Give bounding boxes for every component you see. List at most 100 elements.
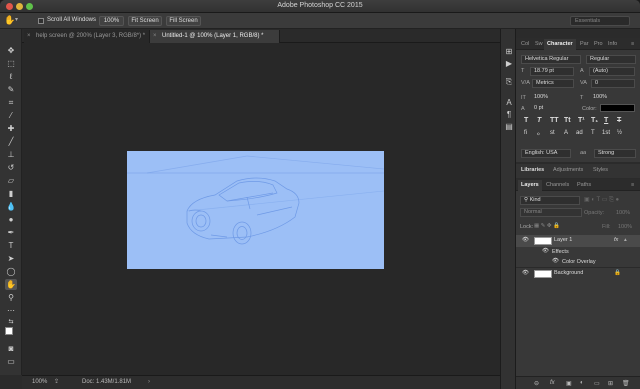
actions-panel-icon[interactable]: ▶ (504, 59, 514, 69)
eyedropper-tool-icon[interactable]: ⁄ (5, 110, 17, 121)
strikethrough-button[interactable]: T (617, 117, 621, 124)
subscript-button[interactable]: T₁ (591, 117, 598, 124)
collapse-effects-icon[interactable]: ▴ (624, 235, 627, 246)
zoom-tool-icon[interactable]: ⚲ (5, 292, 17, 303)
tab-layers[interactable]: Layers (518, 180, 542, 191)
quick-mask-icon[interactable]: ◙ (5, 343, 17, 354)
paragraph-panel-icon[interactable]: ¶ (504, 110, 514, 120)
language-select[interactable]: English: USA (521, 149, 571, 158)
tab-paragraph[interactable]: Par (577, 39, 592, 50)
fill-screen-button[interactable]: Fill Screen (166, 16, 201, 26)
healing-brush-tool-icon[interactable]: ✚ (5, 123, 17, 134)
antialias-select[interactable]: Strong (594, 149, 636, 158)
type-tool-icon[interactable]: T (5, 240, 17, 251)
ordinals-button[interactable]: 1st (602, 130, 610, 136)
layer-filter-kind[interactable]: ⚲ Kind (520, 196, 580, 205)
hand-tool-preset-icon[interactable]: ✋ (4, 15, 15, 26)
move-tool-icon[interactable]: ✥ (5, 45, 17, 56)
fit-screen-button[interactable]: Fit Screen (128, 16, 162, 26)
fx-icon[interactable]: fx (614, 235, 618, 246)
hand-tool-icon[interactable]: ✋ (5, 279, 17, 290)
pen-tool-icon[interactable]: ✒ (5, 227, 17, 238)
layer-effect-color-overlay[interactable]: 👁 Color Overlay (516, 257, 640, 267)
scroll-all-windows-checkbox[interactable] (38, 18, 44, 24)
status-menu-arrow-icon[interactable]: › (148, 376, 150, 388)
character-panel-icon[interactable]: A (504, 98, 514, 108)
faux-italic-button[interactable]: T (537, 117, 541, 124)
quick-selection-tool-icon[interactable]: ✎ (5, 84, 17, 95)
share-icon[interactable]: ⇪ (54, 376, 59, 388)
layer-effects-row[interactable]: 👁 Effects (516, 247, 640, 257)
tab-channels[interactable]: Channels (543, 180, 572, 191)
stylistic-alternates-button[interactable]: ad (576, 130, 583, 136)
background-layer-name[interactable]: Background (554, 268, 583, 279)
effects-eye-icon[interactable]: 👁 (542, 246, 549, 257)
tab-help-screen[interactable]: × help screen @ 200% (Layer 3, RGB/8*) * (24, 30, 150, 43)
eraser-tool-icon[interactable]: ▱ (5, 175, 17, 186)
titling-alternates-button[interactable]: T (591, 130, 595, 136)
more-tools-icon[interactable]: ⋯ (5, 305, 17, 316)
new-group-icon[interactable]: ▭ (594, 380, 600, 387)
tab-styles[interactable]: Styles (590, 165, 611, 176)
blend-mode-select[interactable]: Normal (520, 208, 582, 217)
delete-layer-icon[interactable]: 🗑 (622, 380, 630, 387)
foreground-color-swatch[interactable] (5, 327, 13, 335)
ligatures-button[interactable]: fi (524, 130, 527, 136)
tab-untitled-1[interactable]: × Untitled-1 @ 100% (Layer 1, RGB/8) * (150, 30, 280, 43)
tab-paths[interactable]: Paths (574, 180, 594, 191)
text-color-swatch[interactable] (600, 104, 635, 112)
add-mask-icon[interactable]: ▣ (566, 380, 572, 387)
brush-tool-icon[interactable]: ╱ (5, 136, 17, 147)
swash-button[interactable]: A (564, 130, 568, 136)
font-size-input[interactable]: 18.79 pt (530, 67, 574, 76)
background-eye-icon[interactable]: 👁 (522, 268, 529, 279)
preset-dropdown-icon[interactable]: ▾ (15, 16, 18, 23)
document-canvas[interactable] (127, 151, 384, 269)
layers-menu-icon[interactable]: ≡ (628, 180, 637, 191)
close-tab-icon[interactable]: × (27, 30, 31, 42)
history-panel-icon[interactable]: ⊞ (504, 47, 514, 57)
baseline-shift-input[interactable]: 0 pt (530, 104, 574, 113)
font-style-select[interactable]: Regular (586, 55, 636, 64)
underline-button[interactable]: T (604, 117, 608, 124)
screen-mode-icon[interactable]: ▭ (5, 356, 17, 367)
tab-adjustments[interactable]: Adjustments (550, 165, 586, 176)
shape-tool-icon[interactable]: ◯ (5, 266, 17, 277)
panel-menu-icon[interactable]: ≡ (628, 39, 637, 50)
lasso-tool-icon[interactable]: ℓ (5, 71, 17, 82)
tab-libraries[interactable]: Libraries (518, 165, 548, 176)
layer-name[interactable]: Layer 1 (554, 235, 572, 246)
contextual-alternates-button[interactable]: ℴ (537, 130, 540, 137)
all-caps-button[interactable]: TT (550, 117, 559, 124)
lock-icons[interactable]: ▦ ✎ ✥ 🔒 (534, 223, 560, 229)
small-caps-button[interactable]: Tt (564, 117, 571, 124)
new-layer-icon[interactable]: ⊞ (608, 380, 613, 387)
superscript-button[interactable]: T¹ (578, 117, 585, 124)
vertical-scale-input[interactable]: 100% (530, 93, 574, 102)
kerning-select[interactable]: Metrics (532, 79, 574, 88)
crop-tool-icon[interactable]: ⌗ (5, 97, 17, 108)
history-brush-tool-icon[interactable]: ↺ (5, 162, 17, 173)
opacity-value[interactable]: 100% (616, 210, 630, 216)
leading-input[interactable]: (Auto) (589, 67, 635, 76)
fill-value[interactable]: 100% (618, 224, 632, 230)
dodge-tool-icon[interactable]: ● (5, 214, 17, 225)
glyphs-panel-icon[interactable]: ▤ (504, 122, 514, 132)
link-layers-icon[interactable]: ⊖ (534, 380, 539, 387)
tab-color[interactable]: Col (518, 39, 532, 50)
gradient-tool-icon[interactable]: ▮ (5, 188, 17, 199)
workspace-switcher[interactable]: Essentials (570, 16, 630, 26)
clone-stamp-tool-icon[interactable]: ⊥ (5, 149, 17, 160)
horizontal-scale-input[interactable]: 100% (589, 93, 635, 102)
fractions-button[interactable]: ½ (617, 130, 622, 136)
layer-row-layer-1[interactable]: 👁 Layer 1 fx ▴ (516, 235, 640, 247)
tab-info[interactable]: Info (605, 39, 620, 50)
zoom-100-button[interactable]: 100% (99, 16, 124, 26)
color-overlay-eye-icon[interactable]: 👁 (552, 256, 559, 267)
visibility-eye-icon[interactable]: 👁 (522, 235, 529, 246)
properties-panel-icon[interactable]: ⎘ (504, 77, 514, 87)
blur-tool-icon[interactable]: 💧 (5, 201, 17, 212)
font-family-select[interactable]: Helvetica Regular (521, 55, 581, 64)
close-tab-icon[interactable]: × (153, 30, 157, 42)
tracking-input[interactable]: 0 (591, 79, 635, 88)
